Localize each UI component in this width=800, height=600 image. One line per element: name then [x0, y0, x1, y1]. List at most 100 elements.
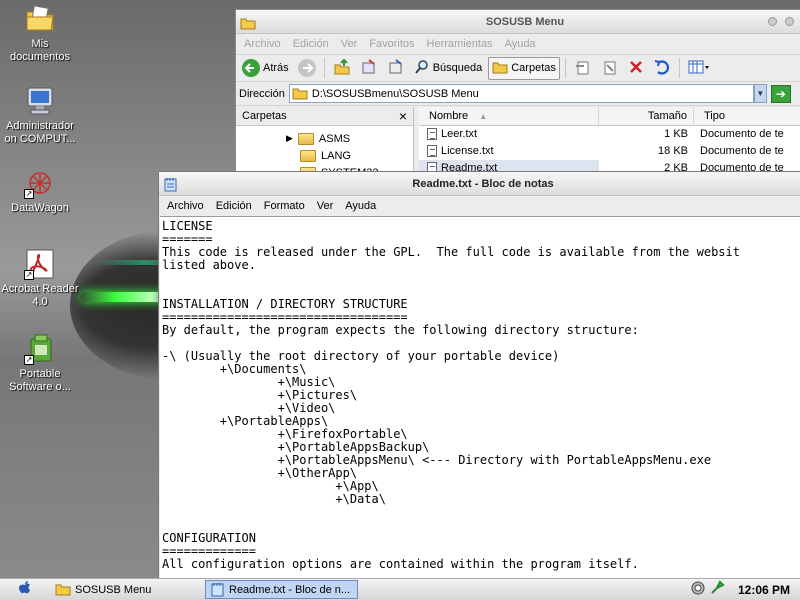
sort-ascending-icon: ▲: [479, 112, 488, 121]
taskbar-item-label: Readme.txt - Bloc de n...: [229, 583, 351, 596]
file-name: License.txt: [441, 145, 494, 157]
column-type-label: Tipo: [704, 110, 725, 122]
folder-icon: [240, 15, 256, 30]
file-name: Leer.txt: [441, 128, 478, 140]
toolbar-separator: [323, 58, 325, 78]
copy-button[interactable]: [598, 56, 622, 81]
folder-documents-icon: [24, 3, 56, 35]
folder-tree-item[interactable]: ▶ ASMS: [236, 130, 413, 147]
folder-icon: [55, 584, 71, 596]
shortcut-arrow-icon: ↗: [24, 189, 34, 199]
notepad-window[interactable]: Readme.txt - Bloc de notas Archivo Edici…: [158, 171, 800, 581]
up-folder-button[interactable]: [330, 56, 354, 81]
notepad-title: Readme.txt - Bloc de notas: [412, 178, 554, 190]
copy-file-icon: [601, 58, 619, 79]
menu-herramientas[interactable]: Herramientas: [421, 38, 499, 50]
address-label: Dirección: [239, 87, 285, 100]
taskbar-item-label: SOSUSB Menu: [75, 583, 152, 596]
taskbar-item-explorer[interactable]: SOSUSB Menu: [50, 580, 203, 599]
menu-ayuda[interactable]: Ayuda: [499, 38, 542, 50]
menu-formato[interactable]: Formato: [258, 200, 311, 212]
copy-to-button[interactable]: [384, 56, 408, 81]
back-label: Atrás: [263, 62, 289, 74]
column-header-size[interactable]: Tamaño: [599, 107, 694, 125]
address-bar: Dirección D:\SOSUSBmenu\SOSUSB Menu ▼ ➔: [236, 82, 800, 106]
menu-ver[interactable]: Ver: [335, 38, 364, 50]
desktop-icon-label: DataWagon: [11, 202, 69, 214]
start-button[interactable]: [0, 580, 50, 600]
forward-button[interactable]: [295, 57, 319, 79]
address-dropdown-button[interactable]: ▼: [753, 84, 767, 103]
menu-archivo[interactable]: Archivo: [238, 38, 287, 50]
desktop-icon-acrobat-reader[interactable]: ↗ Acrobat Reader 4.0: [0, 248, 80, 309]
computer-icon: [24, 85, 56, 117]
apple-icon: [19, 581, 31, 598]
taskbar-item-notepad[interactable]: Readme.txt - Bloc de n...: [205, 580, 358, 599]
toolbar-separator: [678, 58, 680, 78]
network-icon[interactable]: [690, 580, 706, 599]
copy-to-icon: [387, 58, 405, 79]
folder-icon: [292, 88, 308, 100]
column-header-name[interactable]: Nombre ▲: [419, 107, 599, 125]
views-button[interactable]: [685, 57, 713, 80]
undo-icon: [653, 58, 671, 79]
desktop-icon-label: Portable Software o...: [9, 368, 71, 393]
portable-software-icon: ↗: [24, 333, 56, 365]
notepad-titlebar[interactable]: Readme.txt - Bloc de notas: [159, 172, 800, 196]
delete-button[interactable]: [625, 57, 647, 80]
explorer-window[interactable]: SOSUSB Menu Archivo Edición Ver Favorito…: [235, 9, 800, 184]
up-folder-icon: [333, 58, 351, 79]
column-header-type[interactable]: Tipo: [694, 107, 800, 125]
close-icon[interactable]: ×: [399, 108, 407, 124]
folder-tree-label: ASMS: [318, 132, 351, 145]
menu-edicion[interactable]: Edición: [210, 200, 258, 212]
minimize-button[interactable]: [768, 17, 777, 26]
back-button[interactable]: Atrás: [239, 57, 292, 79]
notepad-icon: [211, 583, 224, 597]
folders-label: Carpetas: [511, 62, 556, 74]
menu-favoritos[interactable]: Favoritos: [363, 38, 420, 50]
clock[interactable]: 12:06 PM: [738, 583, 790, 597]
file-row[interactable]: Leer.txt 1 KB Documento de te: [419, 126, 800, 143]
explorer-menubar: Archivo Edición Ver Favoritos Herramient…: [236, 34, 800, 54]
folders-button[interactable]: Carpetas: [488, 56, 560, 80]
menu-edicion[interactable]: Edición: [287, 38, 335, 50]
file-type: Documento de te: [700, 128, 784, 140]
explorer-titlebar[interactable]: SOSUSB Menu: [236, 10, 800, 34]
column-name-label: Nombre: [429, 110, 469, 122]
file-size: 1 KB: [664, 128, 688, 140]
desktop-icon-datawagon[interactable]: ↗ DataWagon: [0, 167, 80, 215]
move-to-button[interactable]: [357, 56, 381, 81]
folder-tree-label: LANG: [321, 149, 351, 162]
undo-button[interactable]: [650, 56, 674, 81]
desktop-icon-mis-documentos[interactable]: Mis documentos: [0, 3, 80, 64]
address-input[interactable]: D:\SOSUSBmenu\SOSUSB Menu: [288, 84, 754, 103]
menu-archivo[interactable]: Archivo: [161, 200, 210, 212]
forward-arrow-icon: [297, 59, 316, 77]
desktop-icon-portable-software[interactable]: ↗ Portable Software o...: [0, 333, 80, 394]
move-button[interactable]: [571, 56, 595, 81]
expand-arrow-icon[interactable]: ▶: [286, 133, 293, 144]
desktop-icon-administrador[interactable]: Administrador on COMPUT...: [0, 85, 80, 146]
back-arrow-icon: [242, 59, 260, 77]
files-header: Nombre ▲ Tamaño Tipo: [419, 107, 800, 126]
search-button[interactable]: Búsqueda: [411, 57, 486, 80]
folders-pane-title: Carpetas: [242, 110, 287, 122]
explorer-title: SOSUSB Menu: [485, 16, 565, 28]
file-size: 18 KB: [658, 145, 688, 157]
datawagon-icon: ↗: [24, 167, 56, 199]
folders-pane-header: Carpetas ×: [236, 107, 413, 126]
column-size-label: Tamaño: [647, 110, 687, 122]
file-row[interactable]: License.txt 18 KB Documento de te: [419, 143, 800, 160]
menu-ayuda[interactable]: Ayuda: [339, 200, 382, 212]
desktop-icon-label: Mis documentos: [10, 38, 70, 63]
safely-remove-hardware-icon[interactable]: [709, 580, 725, 599]
notepad-text-area[interactable]: LICENSE ======= This code is released un…: [160, 216, 800, 580]
maximize-button[interactable]: [785, 17, 794, 26]
folder-tree-item[interactable]: LANG: [236, 147, 413, 164]
go-button[interactable]: ➔: [770, 84, 791, 103]
menu-ver[interactable]: Ver: [311, 200, 340, 212]
notepad-menubar: Archivo Edición Formato Ver Ayuda: [159, 196, 800, 216]
file-type: Documento de te: [700, 145, 784, 157]
shortcut-arrow-icon: ↗: [24, 355, 34, 365]
